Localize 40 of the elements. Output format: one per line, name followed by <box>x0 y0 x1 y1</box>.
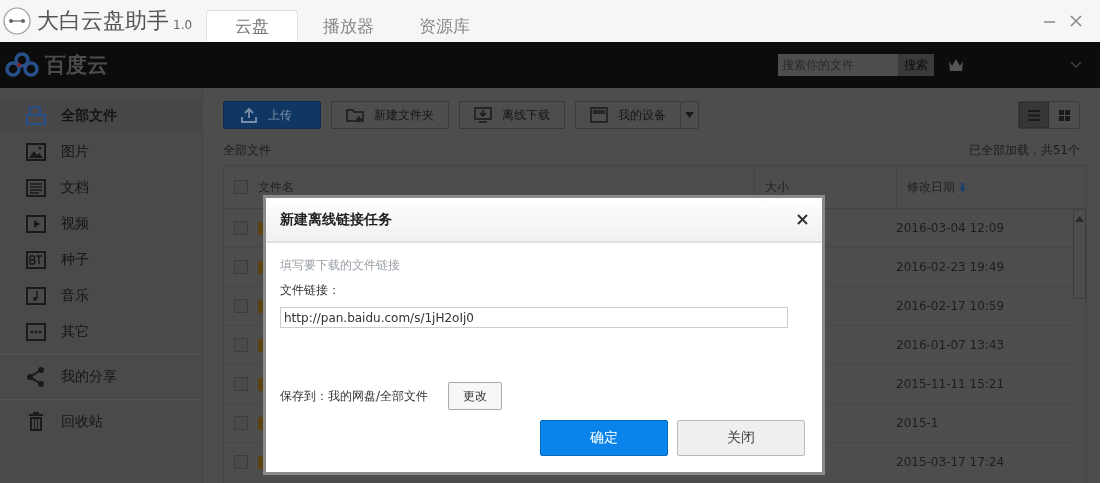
toolbar-button[interactable]: 上传 <box>223 101 321 129</box>
tab[interactable]: 资源库 <box>398 10 491 42</box>
tab[interactable]: 云盘 <box>206 10 299 42</box>
share-icon <box>25 366 47 388</box>
close-icon[interactable] <box>797 214 808 225</box>
image-icon <box>25 141 47 163</box>
chevron-icon[interactable] <box>1070 61 1082 69</box>
scroll-up-icon[interactable] <box>1075 216 1084 222</box>
more-icon <box>25 321 47 343</box>
link-input-field[interactable]: http://pan.baidu.com/s/1jH2oIj0 <box>280 307 788 328</box>
field-label: 文件链接： <box>280 282 341 299</box>
document-icon <box>25 177 47 199</box>
upload-icon <box>240 107 258 123</box>
change-button[interactable]: 更改 <box>448 382 503 410</box>
save-location: 保存到：我的网盘/全部文件 <box>280 387 429 405</box>
crown-icon <box>948 58 964 72</box>
confirm-button[interactable]: 确定 <box>540 420 668 456</box>
video-icon <box>25 213 47 235</box>
sort-down-icon <box>959 182 966 192</box>
version-label: 1.0 <box>173 18 193 32</box>
hint-text: 填写要下载的文件链接 <box>280 257 401 274</box>
scrollbar[interactable] <box>1073 209 1086 299</box>
music-icon <box>25 285 47 307</box>
logo-icon <box>3 7 31 35</box>
dropdown-button[interactable] <box>680 101 699 129</box>
device-icon <box>590 107 608 123</box>
folder-plus-icon <box>346 107 364 123</box>
list-view-button[interactable] <box>1019 102 1049 128</box>
printer-icon <box>25 105 47 127</box>
tab[interactable]: 播放器 <box>302 10 395 42</box>
list-icon <box>1028 109 1040 121</box>
close-button[interactable]: 关闭 <box>677 420 805 456</box>
brand-name: 百度云 <box>45 52 108 79</box>
caret-icon <box>685 112 694 118</box>
grid-icon <box>1058 109 1070 121</box>
dialog-title: 新建离线链接任务 <box>280 210 392 229</box>
app-title: 大白云盘助手 <box>37 7 169 35</box>
bt-icon <box>25 249 47 271</box>
monitor-download-icon <box>474 107 492 123</box>
cloud-logo-icon <box>5 52 39 78</box>
